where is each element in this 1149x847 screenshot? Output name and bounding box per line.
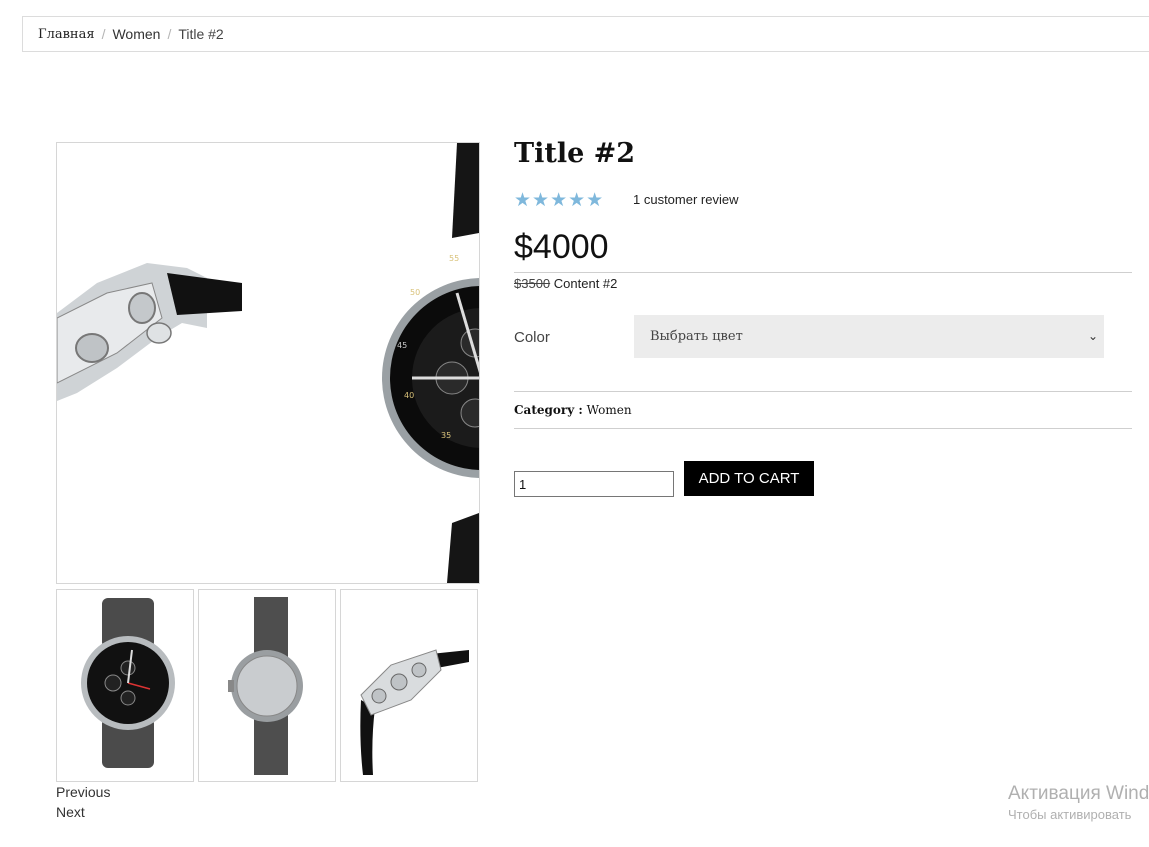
- watermark-subtitle: Чтобы активировать: [1008, 807, 1132, 822]
- thumbnail-back[interactable]: [198, 589, 336, 782]
- svg-text:55: 55: [449, 254, 459, 263]
- previous-link[interactable]: Previous: [56, 784, 110, 800]
- old-price: $3500: [514, 276, 551, 291]
- breadcrumb-separator: /: [101, 26, 106, 42]
- breadcrumb-separator: /: [167, 26, 172, 42]
- customer-review-link[interactable]: 1 customer review: [633, 192, 738, 207]
- category-link[interactable]: Women: [587, 403, 632, 417]
- svg-text:45: 45: [397, 341, 407, 350]
- thumbnail-side[interactable]: [340, 589, 478, 782]
- watch-side-thumbnail: [360, 649, 469, 775]
- category-row: Category : Women: [514, 403, 632, 417]
- svg-text:35: 35: [441, 431, 451, 440]
- chevron-down-icon: ⌄: [1087, 329, 1098, 343]
- quantity-input[interactable]: [514, 471, 674, 497]
- breadcrumb-home-link[interactable]: Главная: [38, 27, 95, 42]
- breadcrumb-current: Title #2: [178, 26, 224, 42]
- watch-image: 55 50 45 40 35: [57, 143, 479, 583]
- main-product-image[interactable]: 55 50 45 40 35: [56, 142, 480, 584]
- color-label: Color: [514, 329, 550, 346]
- divider: [514, 428, 1132, 429]
- breadcrumb-category-link[interactable]: Women: [112, 26, 160, 42]
- svg-text:50: 50: [410, 288, 420, 297]
- next-link[interactable]: Next: [56, 804, 85, 820]
- divider: [514, 391, 1132, 392]
- product-content: Content #2: [553, 276, 618, 291]
- watermark-title: Активация Wind: [1008, 783, 1149, 804]
- thumbnail-front[interactable]: [56, 589, 194, 782]
- color-select-value: Выбрать цвет: [650, 329, 743, 344]
- breadcrumb: Главная / Women / Title #2: [22, 16, 1149, 52]
- product-title: Title #2: [514, 138, 636, 169]
- watch-front-thumbnail: [81, 598, 175, 768]
- category-label: Category :: [514, 403, 583, 417]
- color-select[interactable]: Выбрать цвет ⌄: [634, 315, 1104, 358]
- product-price: $4000: [514, 228, 609, 266]
- add-to-cart-button[interactable]: ADD TO CART: [684, 461, 814, 496]
- windows-activation-watermark: Активация Wind Чтобы активировать: [1008, 783, 1149, 822]
- old-price-row: $3500 Content #2: [514, 276, 617, 291]
- svg-text:40: 40: [404, 391, 414, 400]
- divider: [514, 272, 1132, 273]
- watch-back-thumbnail: [228, 597, 303, 775]
- rating-stars: ★★★★★: [514, 190, 605, 211]
